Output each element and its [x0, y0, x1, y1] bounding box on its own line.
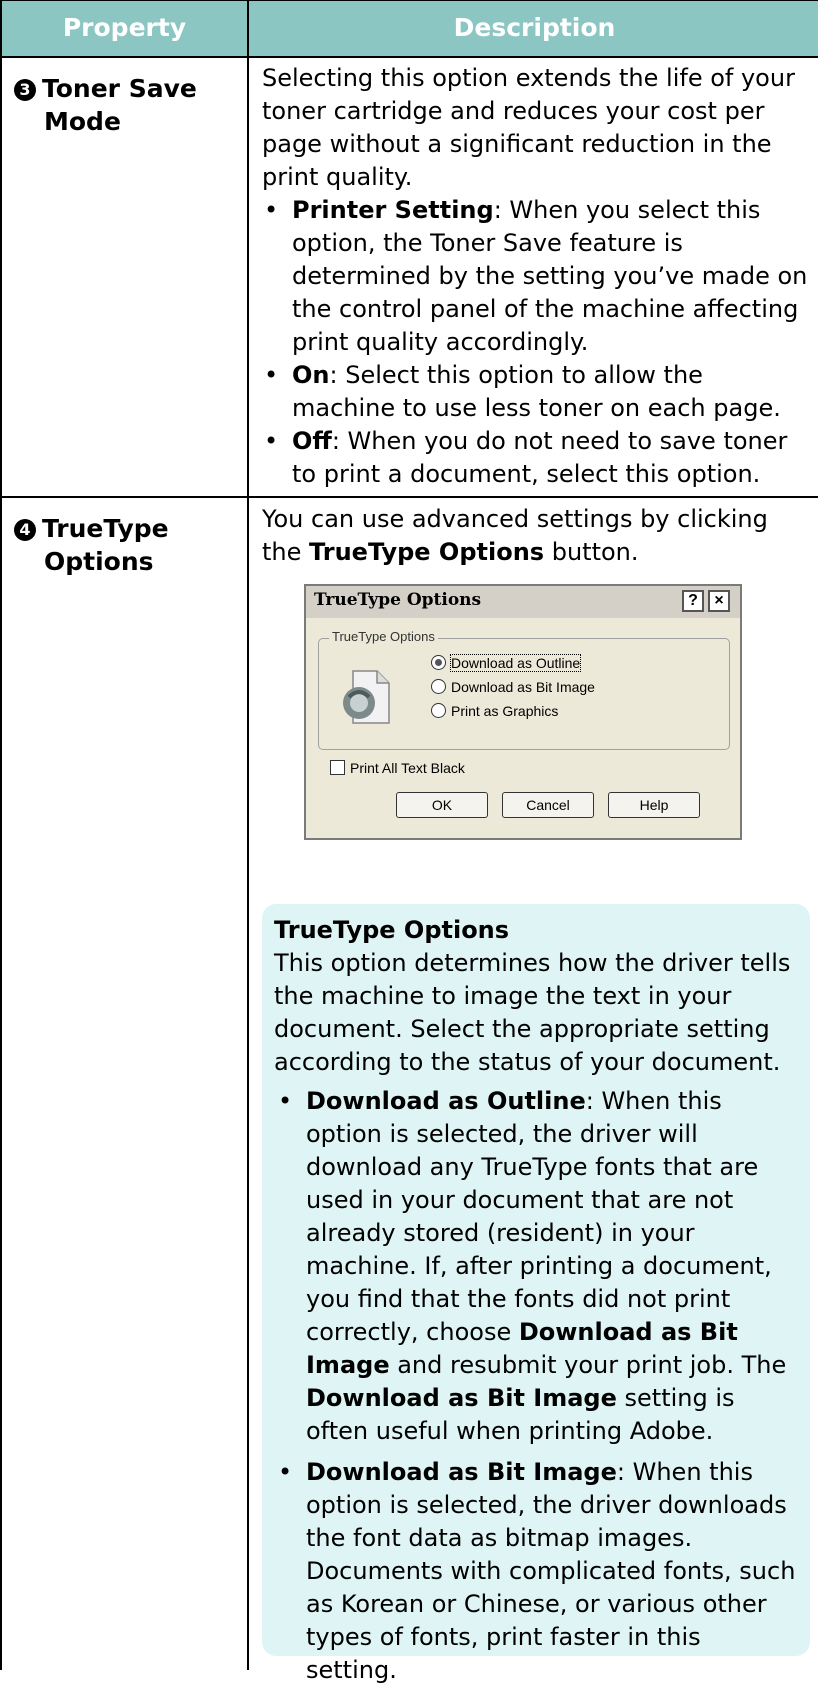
radio-label: Print as Graphics: [451, 703, 559, 719]
list-item: Download as Bit Image: When this option …: [274, 1456, 796, 1687]
term-download-bit-image: Download as Bit Image: [306, 1384, 617, 1412]
bullet-text: : Select this option to allow the machin…: [292, 361, 781, 422]
property-truetype-options: 4 TrueType Options: [14, 512, 244, 578]
list-item: On: Select this option to allow the mach…: [262, 359, 810, 425]
list-item: Printer Setting: When you select this op…: [262, 194, 810, 359]
bullet-text: : When this option is selected, the driv…: [306, 1087, 772, 1346]
list-item: Off: When you do not need to save toner …: [262, 425, 810, 491]
property-toner-save-mode: 3 Toner Save Mode: [14, 72, 244, 138]
intro-text-end: button.: [544, 538, 639, 566]
close-icon[interactable]: ×: [708, 590, 730, 612]
term-truetype-options: TrueType Options: [309, 538, 545, 566]
radio-print-as-graphics[interactable]: Print as Graphics: [431, 703, 558, 719]
property-label-line1: TrueType: [42, 514, 169, 543]
radio-download-outline[interactable]: Download as Outline: [431, 654, 582, 672]
header-description: Description: [453, 13, 616, 42]
term-download-bit-image: Download as Bit Image: [306, 1458, 617, 1486]
description-intro: Selecting this option extends the life o…: [262, 64, 795, 191]
cancel-button[interactable]: Cancel: [502, 792, 594, 818]
radio-button[interactable]: [431, 679, 446, 694]
checkbox-label: Print All Text Black: [350, 760, 465, 776]
bullet-list: Printer Setting: When you select this op…: [262, 194, 810, 491]
truetype-options-dialog: TrueType Options ? × TrueType Options Do…: [304, 584, 742, 840]
number-badge-3: 3: [14, 79, 36, 101]
help-icon[interactable]: ?: [682, 590, 704, 612]
property-label-line2: Mode: [44, 107, 121, 136]
dialog-title: TrueType Options: [314, 590, 482, 610]
note-title: TrueType Options: [274, 916, 510, 944]
term-off: Off: [292, 427, 332, 455]
description-toner-save-mode: Selecting this option extends the life o…: [262, 62, 810, 491]
table-header: Property Description: [0, 0, 818, 56]
property-table: Property Description 3 Toner Save Mode Se…: [0, 0, 818, 1684]
term-download-outline: Download as Outline: [306, 1087, 586, 1115]
print-all-text-black-checkbox[interactable]: Print All Text Black: [330, 760, 465, 776]
help-button[interactable]: Help: [608, 792, 700, 818]
ok-button[interactable]: OK: [396, 792, 488, 818]
font-file-icon: [343, 670, 390, 724]
table-border-left: [0, 0, 2, 1670]
note-box: TrueType Options This option determines …: [262, 904, 810, 1684]
bullet-text: : When you do not need to save toner to …: [292, 427, 788, 488]
description-intro: You can use advanced settings by clickin…: [262, 503, 810, 569]
term-printer-setting: Printer Setting: [292, 196, 494, 224]
column-divider: [247, 0, 249, 1670]
list-item: Download as Outline: When this option is…: [274, 1085, 796, 1448]
property-label-line1: Toner Save: [42, 74, 197, 103]
options-group: TrueType Options Download as Outline Dow…: [318, 629, 730, 750]
bullet-text: and resubmit your print job. The: [389, 1351, 787, 1379]
description-truetype-options: You can use advanced settings by clickin…: [262, 503, 810, 569]
header-divider: [0, 56, 818, 58]
dialog-titlebar: TrueType Options ? ×: [306, 586, 740, 618]
term-on: On: [292, 361, 330, 389]
note-bullet-list: Download as Outline: When this option is…: [274, 1085, 796, 1687]
header-property: Property: [62, 13, 187, 42]
radio-label: Download as Outline: [449, 654, 582, 672]
bullet-text: : When this option is selected, the driv…: [306, 1458, 796, 1684]
checkbox[interactable]: [330, 760, 345, 775]
number-badge-4: 4: [14, 519, 36, 541]
radio-button-selected[interactable]: [431, 655, 446, 670]
row-divider: [0, 496, 818, 498]
note-intro: This option determines how the driver te…: [274, 949, 791, 1076]
group-label: TrueType Options: [329, 629, 438, 644]
radio-download-bit-image[interactable]: Download as Bit Image: [431, 679, 595, 695]
property-label-line2: Options: [44, 547, 154, 576]
radio-button[interactable]: [431, 703, 446, 718]
radio-label: Download as Bit Image: [451, 679, 595, 695]
